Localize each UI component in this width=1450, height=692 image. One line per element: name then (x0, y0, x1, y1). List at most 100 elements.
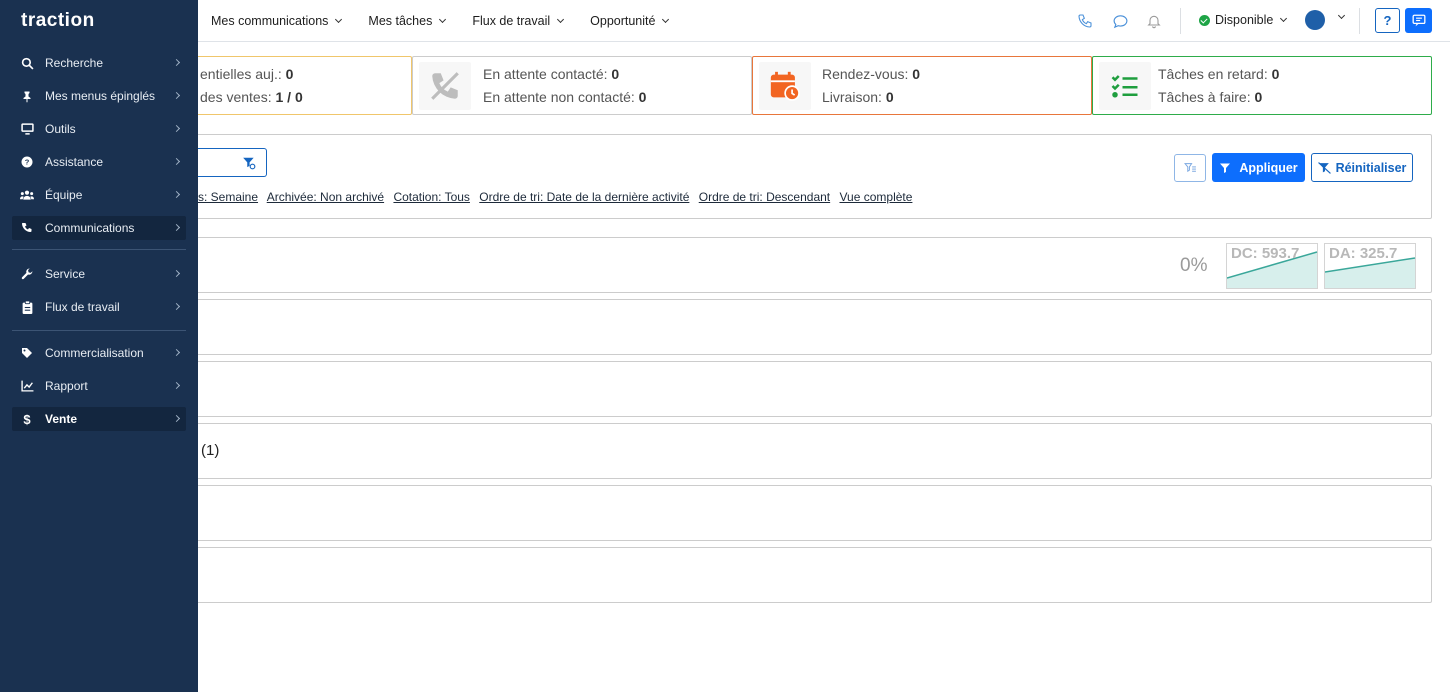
stat-card-pending[interactable]: En attente contacté: 0 En attente non co… (412, 56, 752, 115)
sparkline-da-label: DA: 325.7 (1329, 245, 1398, 262)
sidebar-item-label: Flux de travail (45, 300, 120, 314)
reset-label: Réinitialiser (1335, 160, 1407, 175)
svg-text:?: ? (25, 158, 30, 167)
chevron-right-icon (172, 223, 181, 232)
sidebar-item-workflow[interactable]: Flux de travail (12, 295, 186, 319)
row-count: (1) (201, 442, 220, 459)
pin-icon (20, 89, 34, 103)
chat-bubble-icon[interactable] (1110, 11, 1130, 31)
sidebar-item-communications[interactable]: Communications (12, 216, 186, 240)
sidebar-item-label: Rapport (45, 379, 88, 393)
list-row[interactable] (190, 361, 1432, 417)
nav-label: Mes tâches (368, 14, 433, 28)
filter-options-button[interactable] (1174, 154, 1206, 182)
nav-my-tasks[interactable]: Mes tâches (368, 14, 447, 28)
chevron-down-icon (335, 15, 343, 24)
filter-clear-icon (1317, 161, 1331, 174)
sidebar: traction Recherche Mes menus épinglés Ou… (0, 0, 198, 692)
chevron-right-icon (172, 124, 181, 133)
chevron-right-icon (172, 348, 181, 357)
sidebar-item-label: Communications (45, 221, 135, 235)
divider (12, 249, 186, 250)
divider (1180, 8, 1181, 34)
stat-label: Livraison: (822, 89, 882, 105)
sidebar-item-assistance[interactable]: ? Assistance (12, 150, 186, 174)
sidebar-item-service[interactable]: Service (12, 262, 186, 286)
list-row[interactable] (190, 485, 1432, 541)
filter-chip[interactable]: Cotation: Tous (393, 190, 470, 204)
stat-card-tasks[interactable]: Tâches en retard: 0 Tâches à faire: 0 (1092, 56, 1432, 115)
help-button[interactable]: ? (1375, 8, 1400, 33)
conversion-percent: 0% (1180, 255, 1208, 276)
sidebar-item-marketing[interactable]: Commercialisation (12, 341, 186, 365)
check-circle-icon (1199, 14, 1210, 26)
chevron-down-icon (662, 15, 670, 24)
stat-label: Tâches en retard: (1158, 66, 1268, 82)
chevron-right-icon (172, 58, 181, 67)
nav-my-communications[interactable]: Mes communications (211, 14, 343, 28)
stat-value: 0 (885, 89, 894, 105)
question-circle-icon: ? (20, 155, 34, 169)
sidebar-item-search[interactable]: Recherche (12, 51, 186, 75)
bell-icon[interactable] (1144, 11, 1164, 31)
nav-label: Mes communications (211, 14, 329, 28)
status-label: Disponible (1215, 13, 1274, 27)
filter-chip[interactable]: Ordre de tri: Date de la dernière activi… (479, 190, 689, 204)
sidebar-item-sales[interactable]: $ Vente (12, 407, 186, 431)
nav-opportunity[interactable]: Opportunité (590, 14, 670, 28)
monitor-icon (20, 122, 34, 136)
stat-card-appointments[interactable]: Rendez-vous: 0 Livraison: 0 (752, 56, 1092, 115)
chevron-down-icon (557, 15, 565, 24)
phone-slash-icon (419, 62, 471, 110)
stat-value: 0 (611, 66, 620, 82)
chevron-down-icon (1280, 14, 1288, 23)
list-row[interactable] (190, 423, 1432, 479)
availability-dropdown[interactable]: Disponible (1199, 13, 1288, 27)
chevron-right-icon (172, 302, 181, 311)
filter-icon (1220, 163, 1231, 173)
dollar-icon: $ (23, 411, 31, 427)
stat-card-opportunities[interactable]: entielles auj.: 0 des ventes: 1 / 0 (190, 56, 412, 115)
sidebar-item-label: Commercialisation (45, 346, 144, 360)
filter-chip[interactable]: s: Semaine (198, 190, 258, 204)
avatar[interactable] (1305, 10, 1325, 30)
sidebar-item-label: Outils (45, 122, 76, 136)
reset-button[interactable]: Réinitialiser (1311, 153, 1413, 182)
sidebar-item-tools[interactable]: Outils (12, 117, 186, 141)
apply-button[interactable]: Appliquer (1212, 153, 1305, 182)
sparkline-dc: DC: 593.7 (1226, 243, 1318, 289)
wrench-icon (20, 267, 34, 281)
sidebar-item-report[interactable]: Rapport (12, 374, 186, 398)
nav-label: Opportunité (590, 14, 656, 28)
phone-icon[interactable] (1075, 11, 1095, 31)
chevron-down-icon[interactable] (1337, 11, 1346, 20)
logo-text: traction (21, 10, 95, 31)
sidebar-item-pinned[interactable]: Mes menus épinglés (12, 84, 186, 108)
sidebar-item-team[interactable]: Équipe (12, 183, 186, 207)
stat-value: 0 (912, 66, 921, 82)
stat-value: 0 (1271, 66, 1280, 82)
sparkline-dc-label: DC: 593.7 (1231, 245, 1300, 262)
stat-value: 0 (638, 89, 647, 105)
tag-icon (20, 346, 34, 360)
task-list-icon (1099, 62, 1151, 110)
chevron-right-icon (172, 269, 181, 278)
filter-search-input[interactable] (190, 148, 267, 177)
nav-label: Flux de travail (472, 14, 551, 28)
list-row[interactable] (190, 547, 1432, 603)
sidebar-item-label: Service (45, 267, 86, 281)
stat-label: entielles auj.: (200, 66, 282, 82)
nav-workflow[interactable]: Flux de travail (472, 14, 565, 28)
filter-chip[interactable]: Archivée: Non archivé (267, 190, 384, 204)
list-row[interactable] (190, 299, 1432, 355)
stat-value: 0 (1254, 89, 1263, 105)
stat-value: 0 (285, 66, 294, 82)
divider (12, 330, 186, 331)
filter-chip[interactable]: Vue complète (839, 190, 912, 204)
clipboard-icon (20, 300, 34, 314)
sparkline-da: DA: 325.7 (1324, 243, 1416, 289)
chat-button[interactable] (1405, 8, 1432, 33)
stat-label: Rendez-vous: (822, 66, 909, 82)
filter-chip[interactable]: Ordre de tri: Descendant (699, 190, 830, 204)
search-icon (20, 56, 34, 70)
